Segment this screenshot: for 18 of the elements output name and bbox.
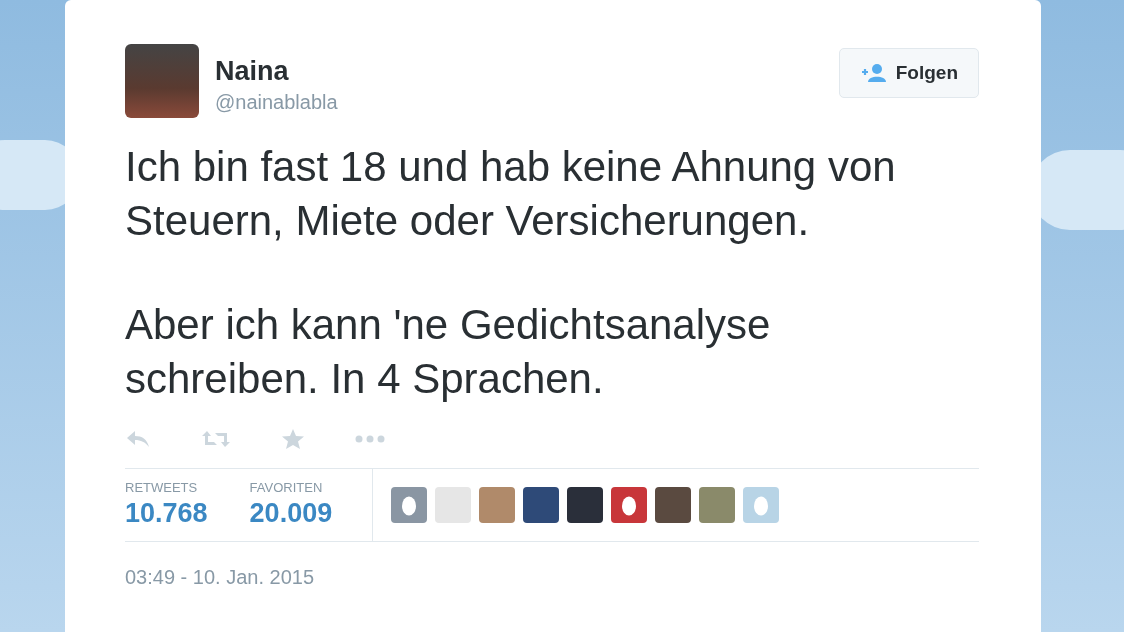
- stat-label: FAVORITEN: [249, 480, 324, 495]
- star-icon[interactable]: [281, 428, 305, 450]
- egg-avatar[interactable]: [391, 487, 428, 523]
- stat-count[interactable]: 10.768: [125, 498, 208, 529]
- avatar-photo-placeholder[interactable]: [655, 487, 692, 523]
- user-name[interactable]: Naina: [215, 56, 338, 87]
- egg-avatar[interactable]: [611, 487, 648, 523]
- tweet-text: Aber ich kann 'ne Gedichtsanalyse schreiben. In 4 Sprachen.: [125, 300, 772, 404]
- avatar-photo-placeholder[interactable]: [523, 487, 560, 523]
- add-person-icon: [859, 63, 888, 83]
- profile-photo-placeholder[interactable]: [125, 44, 199, 118]
- avatar-photo-placeholder[interactable]: [567, 487, 604, 523]
- user-handle: @nainablabla: [215, 91, 338, 114]
- tweet-text: Ich bin fast 18 und hab keine Ahnung von Steuern, Miete oder Versicherungen.: [125, 142, 897, 246]
- stat-count[interactable]: 20.009: [249, 498, 333, 529]
- tweet-timestamp: 03:49 - 10. Jan. 2015: [125, 566, 316, 589]
- stat-label: RETWEETS: [125, 480, 199, 495]
- follow-button[interactable]: Folgen: [838, 48, 979, 98]
